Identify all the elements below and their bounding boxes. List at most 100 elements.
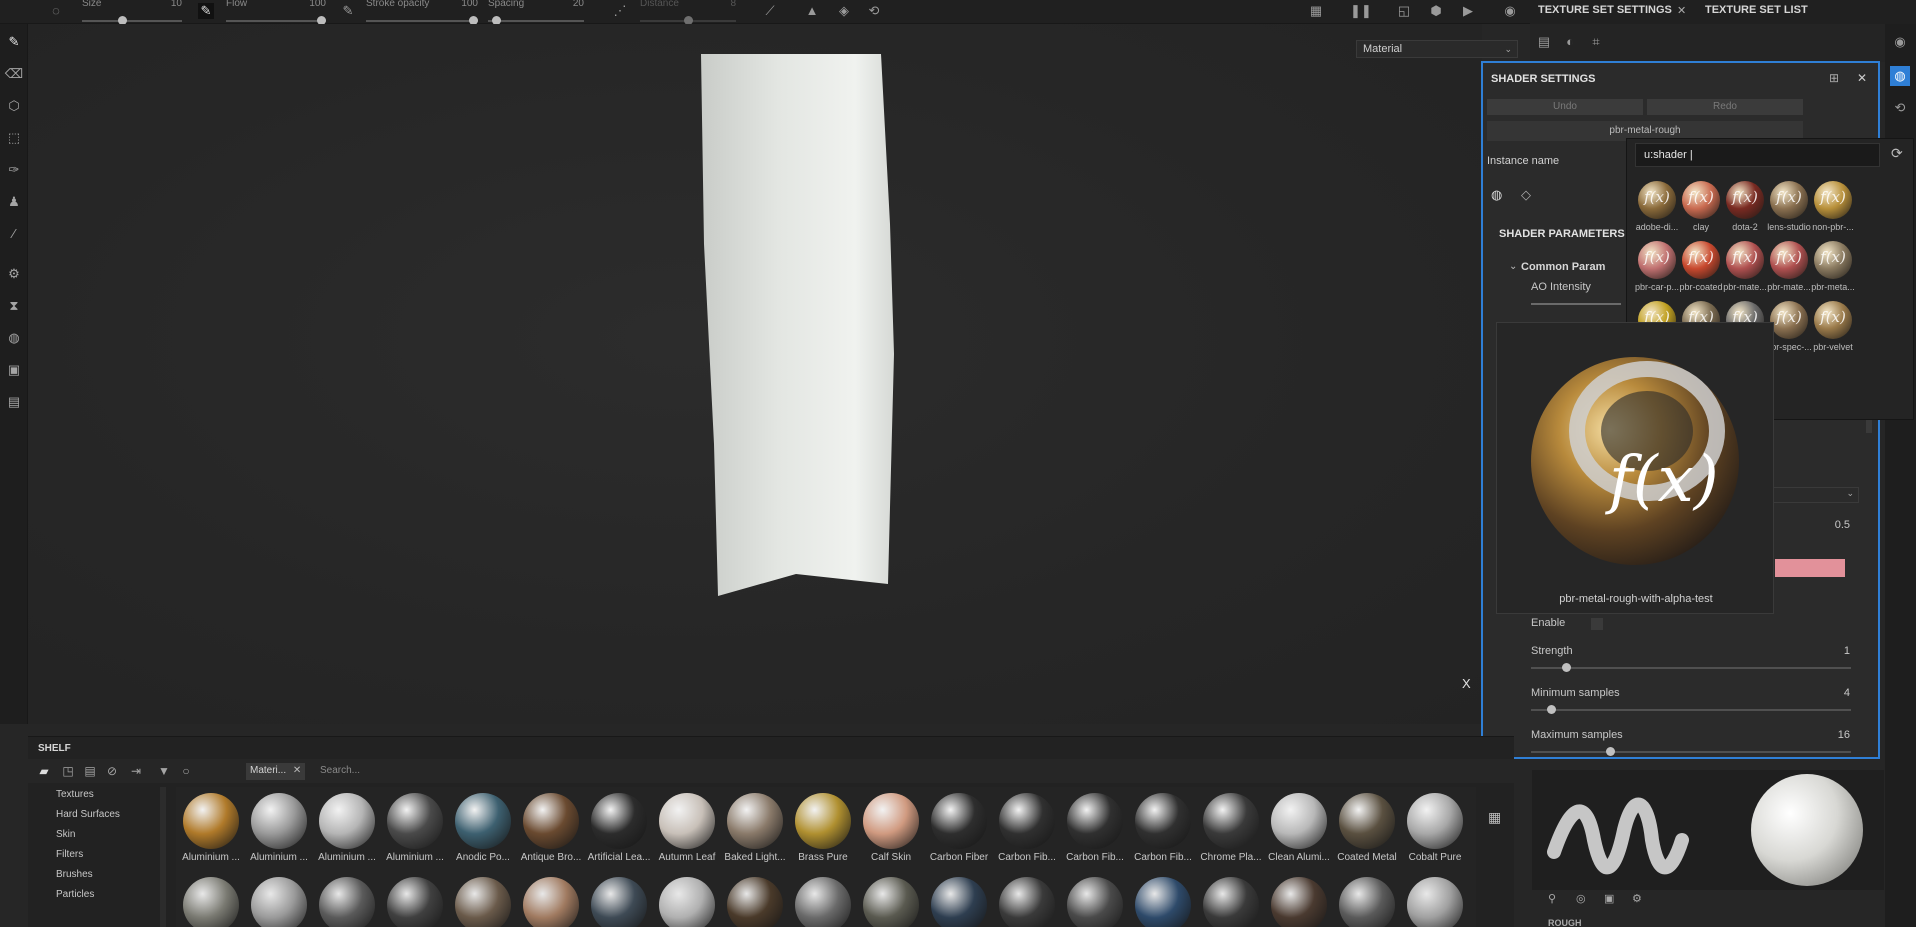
photoshop-export-icon[interactable]: ▣ xyxy=(4,360,24,380)
minimum-samples-knob[interactable] xyxy=(1546,705,1556,714)
layer-icon[interactable]: ◎ xyxy=(1576,892,1586,905)
refresh-icon[interactable]: ⟳ xyxy=(1891,145,1903,162)
material-item[interactable] xyxy=(1266,877,1332,927)
material-item[interactable]: Autumn Leaf xyxy=(654,793,720,863)
shelf-category[interactable]: Textures xyxy=(56,789,94,800)
material-item[interactable] xyxy=(246,877,312,927)
shader-icon[interactable]: ◐ xyxy=(1562,34,1578,50)
list-view-icon[interactable]: ▤ xyxy=(82,763,98,779)
ao-intensity-track[interactable] xyxy=(1531,303,1621,305)
video-icon[interactable]: ▶ xyxy=(1460,3,1476,19)
mirror-icon[interactable]: ▲ xyxy=(804,3,820,19)
pause-icon[interactable]: ❚❚ xyxy=(1350,3,1372,19)
chevron-down-icon[interactable]: ⌄ xyxy=(1509,261,1517,272)
paint-brush-icon[interactable]: ✎ xyxy=(4,32,24,52)
material-item[interactable] xyxy=(1062,877,1128,927)
eraser-icon[interactable]: ⌫ xyxy=(4,64,24,84)
material-item[interactable] xyxy=(382,877,448,927)
material-item[interactable]: Antique Bro... xyxy=(518,793,584,863)
category-scrollbar[interactable] xyxy=(160,787,166,927)
filter-tag-close-icon[interactable]: ✕ xyxy=(293,765,301,776)
material-item[interactable] xyxy=(1130,877,1196,927)
shelf-search-input[interactable]: Search... xyxy=(320,765,360,776)
undo-button[interactable]: Undo xyxy=(1487,99,1643,115)
stroke-opacity-slider[interactable]: Stroke opacity 100 xyxy=(366,0,478,25)
material-item[interactable]: Baked Light... xyxy=(722,793,788,863)
maximum-samples-track[interactable] xyxy=(1531,751,1851,753)
material-item[interactable]: Calf Skin xyxy=(858,793,924,863)
material-item[interactable] xyxy=(586,877,652,927)
material-item[interactable] xyxy=(994,877,1060,927)
spacing-slider[interactable]: Spacing 20 xyxy=(488,0,584,25)
viewport-mode-dropdown[interactable]: Material ⌄ xyxy=(1356,40,1518,58)
filter-tag[interactable]: Materi... ✕ xyxy=(246,763,306,780)
material-item[interactable]: Carbon Fib... xyxy=(1062,793,1128,863)
shelf-category[interactable]: Particles xyxy=(56,889,94,900)
material-item[interactable] xyxy=(450,877,516,927)
tab-close-icon[interactable]: ✕ xyxy=(1677,4,1686,17)
material-item[interactable]: Aluminium ... xyxy=(246,793,312,863)
shader-settings-icon[interactable]: ◍ xyxy=(1890,66,1910,86)
material-item[interactable]: Carbon Fib... xyxy=(1130,793,1196,863)
new-folder-icon[interactable]: ◳ xyxy=(60,763,76,779)
shelf-category[interactable]: Brushes xyxy=(56,869,93,880)
material-item[interactable]: Aluminium ... xyxy=(314,793,380,863)
common-parameters-group[interactable]: Common Param xyxy=(1521,261,1605,273)
shelf-category[interactable]: Hard Surfaces xyxy=(56,809,120,820)
cube-view-icon[interactable]: ⬢ xyxy=(1428,3,1444,19)
maximize-icon[interactable]: ⊞ xyxy=(1829,71,1839,85)
material-item[interactable]: Carbon Fiber xyxy=(926,793,992,863)
shader-tab-icon[interactable]: ◍ xyxy=(1491,187,1502,203)
lazy-mouse-icon[interactable]: ⋰ xyxy=(612,3,628,19)
tab-texture-set-settings[interactable]: TEXTURE SET SETTINGS xyxy=(1538,4,1672,16)
clone-stamp-icon[interactable]: ♟ xyxy=(4,192,24,212)
camera-icon[interactable]: ◉ xyxy=(1892,34,1908,50)
hide-icon[interactable]: ⊘ xyxy=(104,763,120,779)
screenshot-icon[interactable]: ◉ xyxy=(1502,3,1518,19)
strength-knob[interactable] xyxy=(1562,663,1572,672)
material-item[interactable]: Clean Alumi... xyxy=(1266,793,1332,863)
import-icon[interactable]: ⇥ xyxy=(128,763,144,779)
grid-view-icon[interactable]: ▦ xyxy=(1488,809,1501,826)
shader-item[interactable]: f(x) pbr-meta... xyxy=(1807,241,1859,301)
material-item[interactable]: Cobalt Pure xyxy=(1402,793,1468,863)
maximum-samples-knob[interactable] xyxy=(1605,747,1615,756)
material-item[interactable]: Artificial Lea... xyxy=(586,793,652,863)
material-item[interactable]: Aluminium ... xyxy=(382,793,448,863)
material-item[interactable] xyxy=(1334,877,1400,927)
settings-panel-icon[interactable]: ▤ xyxy=(1536,34,1552,50)
grid-toggle-icon[interactable]: ▦ xyxy=(1308,3,1324,19)
redo-button[interactable]: Redo xyxy=(1647,99,1803,115)
material-item[interactable] xyxy=(1198,877,1264,927)
minimum-samples-track[interactable] xyxy=(1531,709,1851,711)
material-item[interactable] xyxy=(178,877,244,927)
material-item[interactable] xyxy=(858,877,924,927)
pen-pressure-icon[interactable]: ✎ xyxy=(340,3,356,19)
mask-icon[interactable]: ⚲ xyxy=(1548,892,1556,905)
symmetry-icon[interactable]: ⟋ xyxy=(762,3,778,19)
bake-icon[interactable]: ⚙ xyxy=(4,264,24,284)
material-item[interactable]: Carbon Fib... xyxy=(994,793,1060,863)
material-item[interactable]: Coated Metal xyxy=(1334,793,1400,863)
polygon-fill-icon[interactable]: ⬚ xyxy=(4,128,24,148)
color-picker-icon[interactable]: ⁄ xyxy=(4,224,24,244)
material-item[interactable] xyxy=(926,877,992,927)
flow-slider[interactable]: Flow 100 xyxy=(226,0,326,25)
physics-icon[interactable]: ◍ xyxy=(4,328,24,348)
download-icon[interactable]: ▣ xyxy=(1604,892,1614,905)
material-item[interactable]: Aluminium ... xyxy=(178,793,244,863)
material-item[interactable] xyxy=(518,877,584,927)
3d-viewport[interactable]: X xyxy=(28,24,1482,724)
shelf-category[interactable]: Filters xyxy=(56,849,83,860)
material-item[interactable] xyxy=(790,877,856,927)
camera-2d-icon[interactable]: ◱ xyxy=(1396,3,1412,19)
dropdown-field[interactable]: ⌄ xyxy=(1773,487,1859,503)
material-item[interactable] xyxy=(654,877,720,927)
folder-icon[interactable]: ▰ xyxy=(36,763,52,779)
close-icon[interactable]: ✕ xyxy=(1857,71,1867,85)
crop-icon[interactable]: ⌗ xyxy=(1588,34,1604,50)
material-item[interactable]: Anodic Po... xyxy=(450,793,516,863)
shader-item[interactable]: f(x) pbr-velvet xyxy=(1807,301,1859,361)
size-slider[interactable]: Size 10 xyxy=(82,0,182,25)
distance-slider[interactable]: Distance 8 xyxy=(640,0,736,25)
